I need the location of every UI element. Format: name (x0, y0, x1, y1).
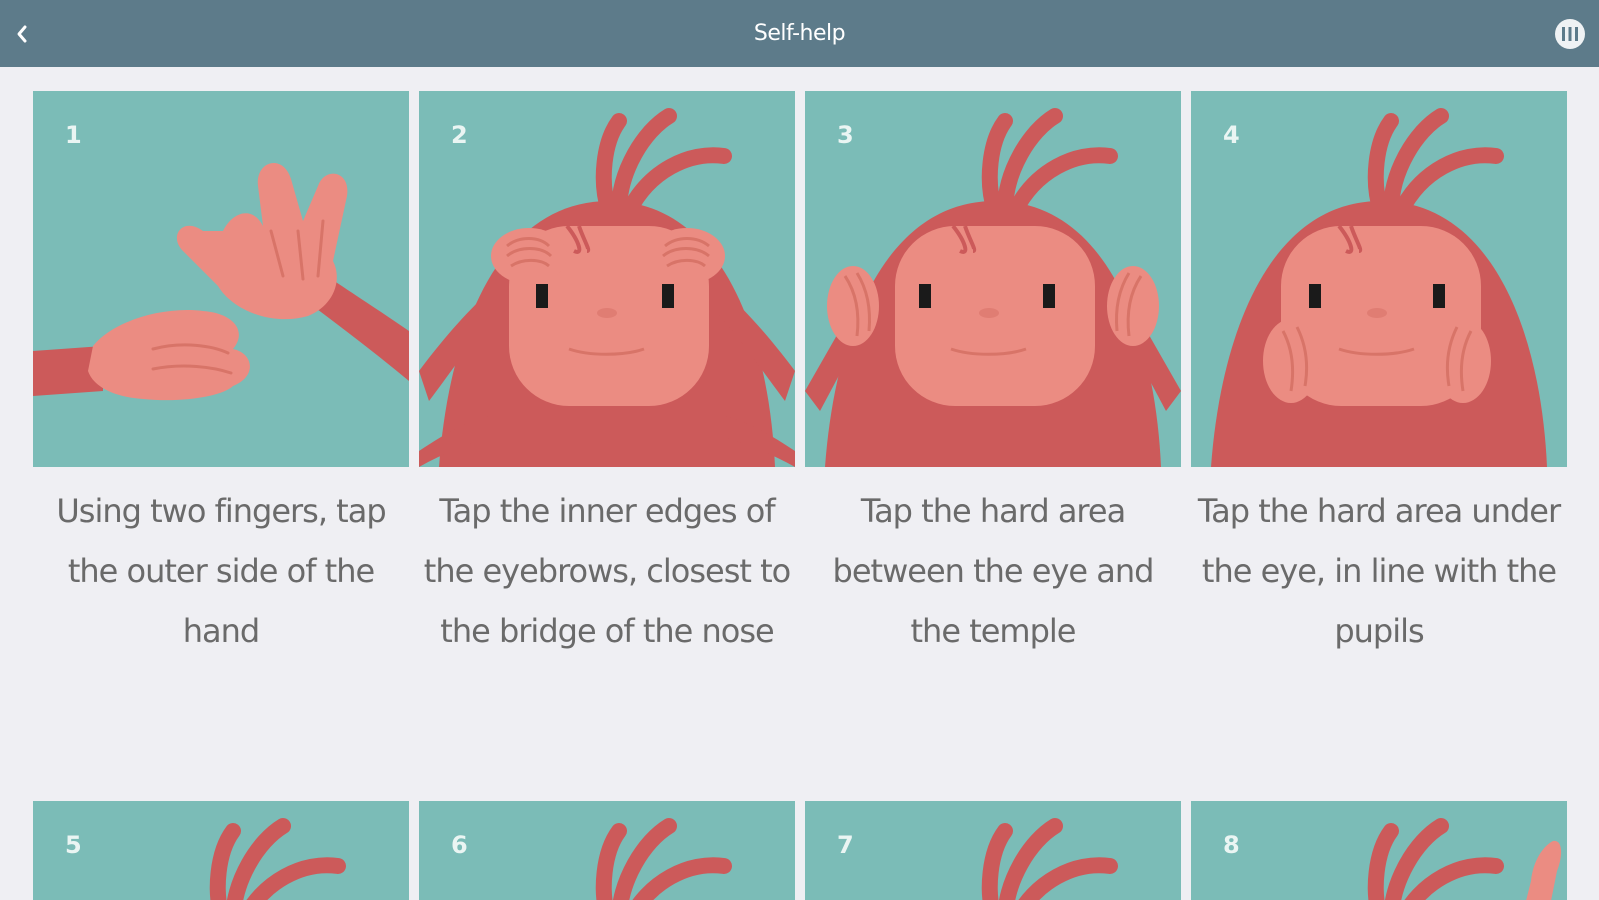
step-caption: Tap the inner edges of the eyebrows, clo… (423, 492, 791, 650)
step-number: 1 (65, 121, 82, 149)
step-number: 6 (451, 831, 468, 859)
menu-circle-icon (1555, 19, 1585, 49)
step-number: 4 (1223, 121, 1240, 149)
steps-grid: 1 Using two fingers, tap the outer side … (0, 67, 1599, 900)
menu-button[interactable] (1553, 17, 1587, 51)
character-illustration (805, 801, 1181, 900)
step-number: 2 (451, 121, 468, 149)
step-caption: Using two fingers, tap the outer side of… (56, 492, 386, 650)
step-illustration: 1 (33, 91, 409, 467)
step-illustration: 6 (419, 801, 795, 900)
character-eyebrows-illustration (419, 91, 795, 467)
character-temples-illustration (805, 91, 1181, 467)
chevron-left-icon (17, 25, 27, 43)
character-illustration (419, 801, 795, 900)
page-title: Self-help (753, 21, 846, 46)
character-illustration (1191, 801, 1567, 900)
back-button[interactable] (8, 20, 36, 48)
step-number: 3 (837, 121, 854, 149)
step-illustration: 7 (805, 801, 1181, 900)
top-bar: Self-help (0, 0, 1599, 67)
step-number: 8 (1223, 831, 1240, 859)
step-number: 7 (837, 831, 854, 859)
step-illustration: 4 (1191, 91, 1567, 467)
step-illustration: 3 (805, 91, 1181, 467)
step-illustration: 2 (419, 91, 795, 467)
step-illustration: 8 (1191, 801, 1567, 900)
character-under-eye-illustration (1191, 91, 1567, 467)
step-illustration: 5 (33, 801, 409, 900)
step-caption: Tap the hard area under the eye, in line… (1197, 492, 1561, 650)
step-number: 5 (65, 831, 82, 859)
hands-illustration (33, 91, 409, 467)
character-illustration (33, 801, 409, 900)
step-caption: Tap the hard area between the eye and th… (832, 492, 1155, 650)
